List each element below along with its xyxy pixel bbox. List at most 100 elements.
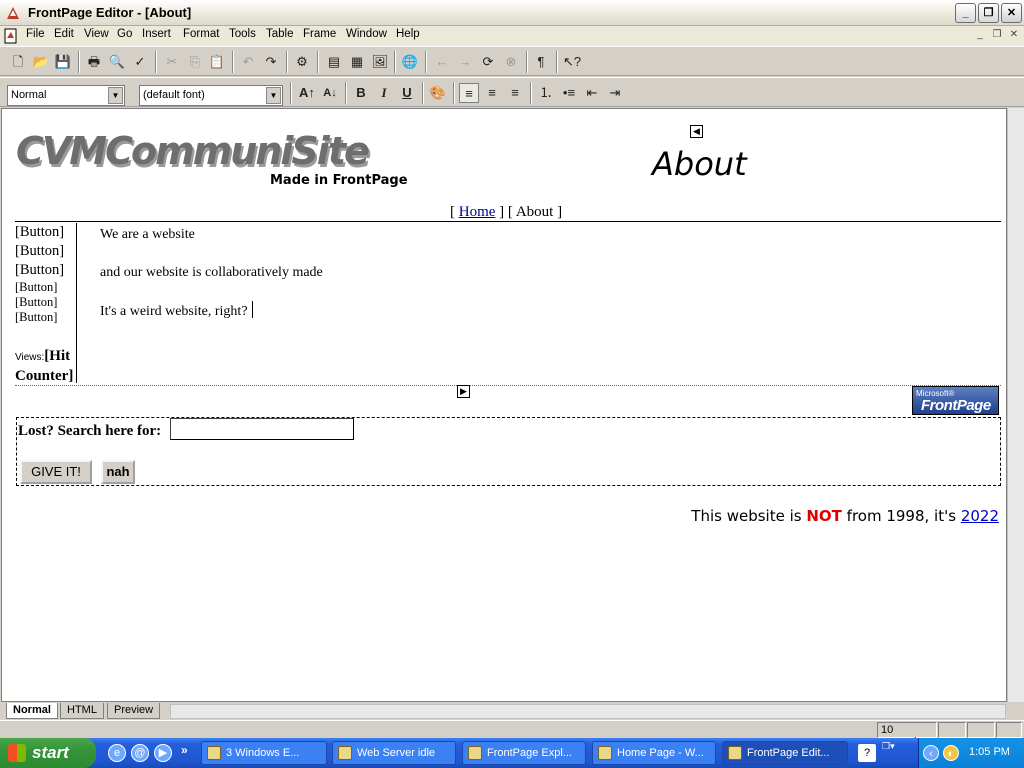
back-icon[interactable]: ←: [432, 52, 452, 72]
doc-minimize-button[interactable]: _: [972, 29, 988, 43]
media-quicklaunch-icon[interactable]: ▶: [154, 744, 172, 762]
views-label: Views:: [15, 352, 45, 363]
menu-window[interactable]: Window: [346, 28, 387, 40]
close-button[interactable]: ✕: [1001, 3, 1022, 23]
help-icon[interactable]: ?: [858, 744, 876, 762]
footer-year-link[interactable]: 2022: [961, 507, 999, 525]
decrease-indent-icon[interactable]: ⇤: [582, 83, 602, 103]
menu-view[interactable]: View: [84, 28, 109, 40]
print-preview-icon[interactable]: 🔍: [107, 52, 127, 72]
show-paragraph-icon[interactable]: ¶: [531, 52, 551, 72]
tray-volume-icon[interactable]: ◐: [943, 745, 959, 761]
tab-preview[interactable]: Preview: [107, 703, 161, 719]
task-frontpage-editor[interactable]: FrontPage Edit...: [722, 741, 848, 765]
refresh-icon[interactable]: ⟳: [478, 52, 498, 72]
copy-icon[interactable]: ⎘: [185, 52, 205, 72]
horizontal-scrollbar[interactable]: [170, 704, 1006, 719]
new-page-icon[interactable]: 🗋: [8, 52, 28, 72]
insert-table-icon[interactable]: ▦: [347, 52, 367, 72]
nav-button-placeholder[interactable]: [Button]: [15, 295, 76, 310]
forward-icon[interactable]: →: [455, 52, 475, 72]
site-logo: CVMCommuniSite: [16, 129, 370, 173]
webbot-icon[interactable]: ⚙: [292, 52, 312, 72]
align-right-icon[interactable]: ≡: [505, 83, 525, 103]
document-icon[interactable]: [4, 28, 18, 44]
align-left-icon[interactable]: ≡: [459, 83, 479, 103]
menu-tools[interactable]: Tools: [229, 28, 256, 40]
task-frontpage-explorer[interactable]: FrontPage Expl...: [462, 741, 586, 765]
menu-edit[interactable]: Edit: [54, 28, 74, 40]
view-tabs: Normal HTML Preview: [0, 702, 1024, 720]
doc-close-button[interactable]: ✕: [1006, 29, 1022, 43]
paste-icon[interactable]: 📋: [207, 52, 227, 72]
stop-icon[interactable]: ⊗: [501, 52, 521, 72]
body-text[interactable]: We are a website and our website is coll…: [100, 225, 323, 340]
chevron-right-icon[interactable]: »: [181, 743, 188, 757]
spelling-icon[interactable]: ✓: [130, 52, 150, 72]
chevron-down-icon[interactable]: ▼: [266, 87, 281, 104]
menu-go[interactable]: Go: [117, 28, 132, 40]
underline-icon[interactable]: U: [397, 83, 417, 103]
chevron-down-icon[interactable]: ▼: [108, 87, 123, 104]
submit-button[interactable]: GIVE IT!: [20, 460, 92, 484]
tray-back-icon[interactable]: ‹: [923, 745, 939, 761]
format-toolbar: Normal ▼ (default font) ▼ A↑ A↓ B I U 🎨 …: [0, 77, 1024, 107]
style-select[interactable]: Normal ▼: [7, 85, 125, 106]
menu-insert[interactable]: Insert: [142, 28, 171, 40]
restore-icon[interactable]: ❐▾: [882, 741, 895, 752]
bulleted-list-icon[interactable]: •≡: [559, 83, 579, 103]
vertical-scrollbar[interactable]: [1007, 108, 1024, 702]
menu-table[interactable]: Table: [266, 28, 294, 40]
increase-indent-icon[interactable]: ⇥: [605, 83, 625, 103]
open-icon[interactable]: 📂: [31, 52, 51, 72]
footer-pre: This website is: [691, 507, 807, 525]
maximize-button[interactable]: ❐: [978, 3, 999, 23]
menu-help[interactable]: Help: [396, 28, 420, 40]
search-label: Lost? Search here for:: [18, 423, 162, 439]
menu-format[interactable]: Format: [183, 28, 219, 40]
insert-image-icon[interactable]: 🖼: [370, 52, 390, 72]
task-label: FrontPage Edit...: [747, 747, 830, 759]
redo-icon[interactable]: ↷: [261, 52, 281, 72]
task-home-page[interactable]: Home Page - W...: [592, 741, 716, 765]
tab-html[interactable]: HTML: [60, 703, 104, 719]
doc-restore-button[interactable]: ❐: [989, 29, 1005, 43]
decrease-font-icon[interactable]: A↓: [320, 83, 340, 103]
outlook-quicklaunch-icon[interactable]: @: [131, 744, 149, 762]
menu-file[interactable]: File: [26, 28, 45, 40]
text-color-icon[interactable]: 🎨: [428, 83, 448, 103]
cut-icon[interactable]: ✂: [162, 52, 182, 72]
numbered-list-icon[interactable]: ⒈: [536, 83, 556, 103]
ie-quicklaunch-icon[interactable]: e: [108, 744, 126, 762]
back-arrow-icon[interactable]: ◀: [690, 125, 703, 138]
menu-frame[interactable]: Frame: [303, 28, 336, 40]
bold-icon[interactable]: B: [351, 83, 371, 103]
form-field-icon[interactable]: ▤: [324, 52, 344, 72]
start-button[interactable]: start: [0, 738, 96, 768]
search-input[interactable]: [170, 418, 354, 440]
print-icon[interactable]: 🖶: [84, 52, 104, 72]
clock: 1:05 PM: [969, 746, 1010, 758]
nav-button-placeholder[interactable]: [Button]: [15, 261, 76, 280]
increase-font-icon[interactable]: A↑: [297, 83, 317, 103]
font-select[interactable]: (default font) ▼: [139, 85, 283, 106]
nav-button-placeholder[interactable]: [Button]: [15, 242, 76, 261]
undo-icon[interactable]: ↶: [238, 52, 258, 72]
page-editor[interactable]: CVMCommuniSite Made in FrontPage ◀ About…: [1, 108, 1007, 702]
task-web-server[interactable]: Web Server idle: [332, 741, 456, 765]
align-center-icon[interactable]: ≡: [482, 83, 502, 103]
nav-bracket: [: [450, 204, 459, 220]
help-pointer-icon[interactable]: ↖?: [562, 52, 582, 72]
forward-arrow-icon[interactable]: ▶: [457, 385, 470, 398]
reset-button[interactable]: nah: [101, 460, 135, 484]
nav-link-home[interactable]: Home: [459, 204, 496, 220]
minimize-button[interactable]: _: [955, 3, 976, 23]
save-icon[interactable]: 💾: [53, 52, 73, 72]
nav-button-placeholder[interactable]: [Button]: [15, 310, 76, 325]
italic-icon[interactable]: I: [374, 83, 394, 103]
tab-normal[interactable]: Normal: [6, 703, 58, 719]
task-windows-explorer[interactable]: 3 Windows E...: [201, 741, 327, 765]
nav-button-placeholder[interactable]: [Button]: [15, 223, 76, 242]
hyperlink-icon[interactable]: 🌐: [400, 52, 420, 72]
nav-button-placeholder[interactable]: [Button]: [15, 280, 76, 295]
